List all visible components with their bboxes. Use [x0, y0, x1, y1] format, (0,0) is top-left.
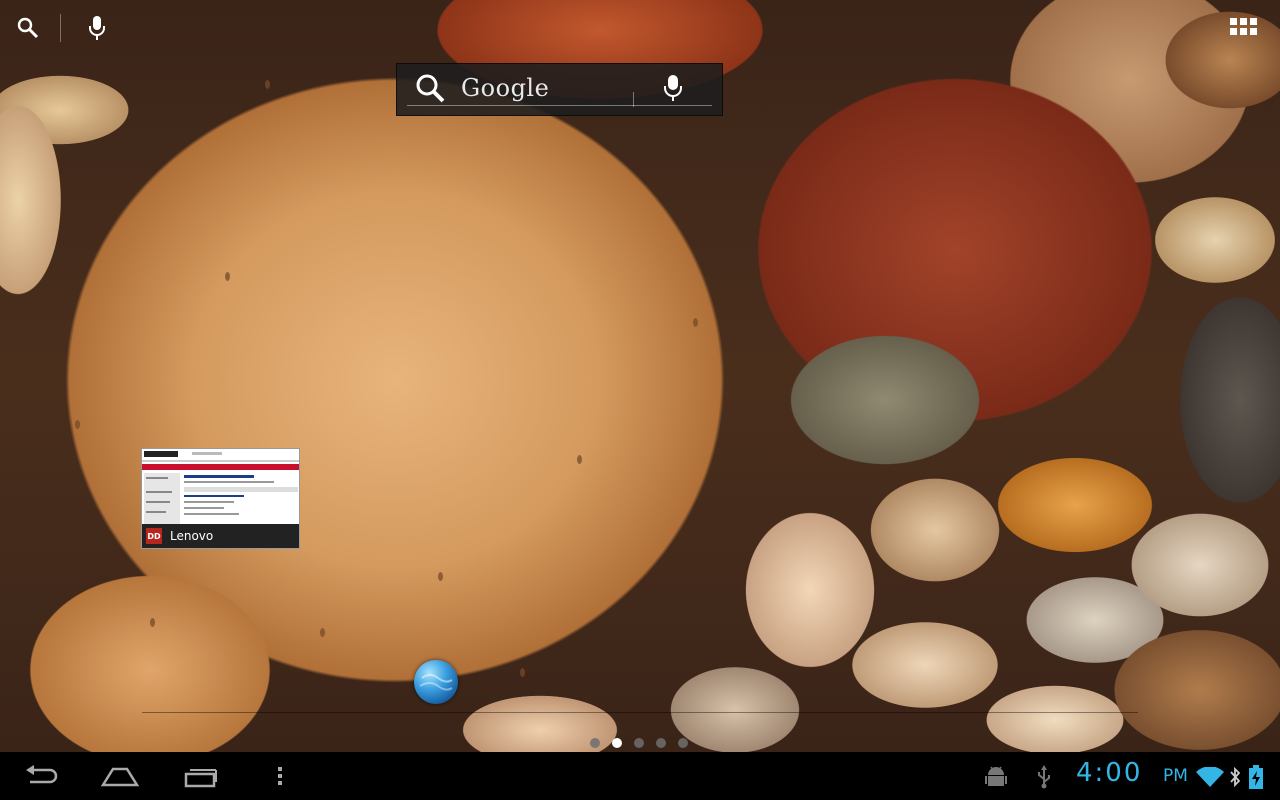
- home-icon[interactable]: [100, 760, 140, 792]
- mic-icon[interactable]: [83, 14, 111, 42]
- clock-ampm: PM: [1163, 766, 1188, 786]
- menu-icon[interactable]: [270, 760, 290, 792]
- top-bar-divider: [60, 14, 61, 42]
- google-search-label: Google: [461, 74, 550, 102]
- dock-divider: [142, 712, 1138, 713]
- widget-caption: DD Lenovo: [142, 524, 299, 548]
- system-bar: 4:00 PM: [0, 752, 1280, 800]
- google-search-widget[interactable]: Google: [396, 63, 723, 116]
- search-underline: [407, 105, 712, 106]
- android-debug-icon: [984, 764, 1008, 790]
- page-dot[interactable]: [590, 738, 600, 748]
- mic-icon[interactable]: [663, 74, 683, 106]
- page-dot[interactable]: [634, 738, 644, 748]
- search-icon: [415, 73, 447, 109]
- page-dot-current[interactable]: [612, 738, 622, 748]
- clock-time: 4:00: [1076, 758, 1143, 788]
- wifi-icon: [1196, 764, 1224, 790]
- page-dot[interactable]: [678, 738, 688, 748]
- page-dot[interactable]: [656, 738, 666, 748]
- page-indicator: [590, 738, 688, 748]
- webpage-thumbnail: [142, 449, 299, 526]
- usb-icon: [1034, 764, 1054, 790]
- recent-apps-icon[interactable]: [181, 760, 221, 792]
- bluetooth-icon: [1228, 764, 1242, 790]
- back-icon[interactable]: [22, 760, 62, 792]
- lenovo-bookmark-widget[interactable]: DD Lenovo: [141, 448, 300, 549]
- battery-charging-icon: [1248, 764, 1264, 790]
- browser-globe-icon[interactable]: [414, 660, 458, 704]
- apps-grid-icon[interactable]: [1230, 18, 1258, 38]
- lenovo-badge: DD: [146, 528, 162, 544]
- search-icon[interactable]: [14, 14, 42, 42]
- widget-label: Lenovo: [170, 529, 214, 543]
